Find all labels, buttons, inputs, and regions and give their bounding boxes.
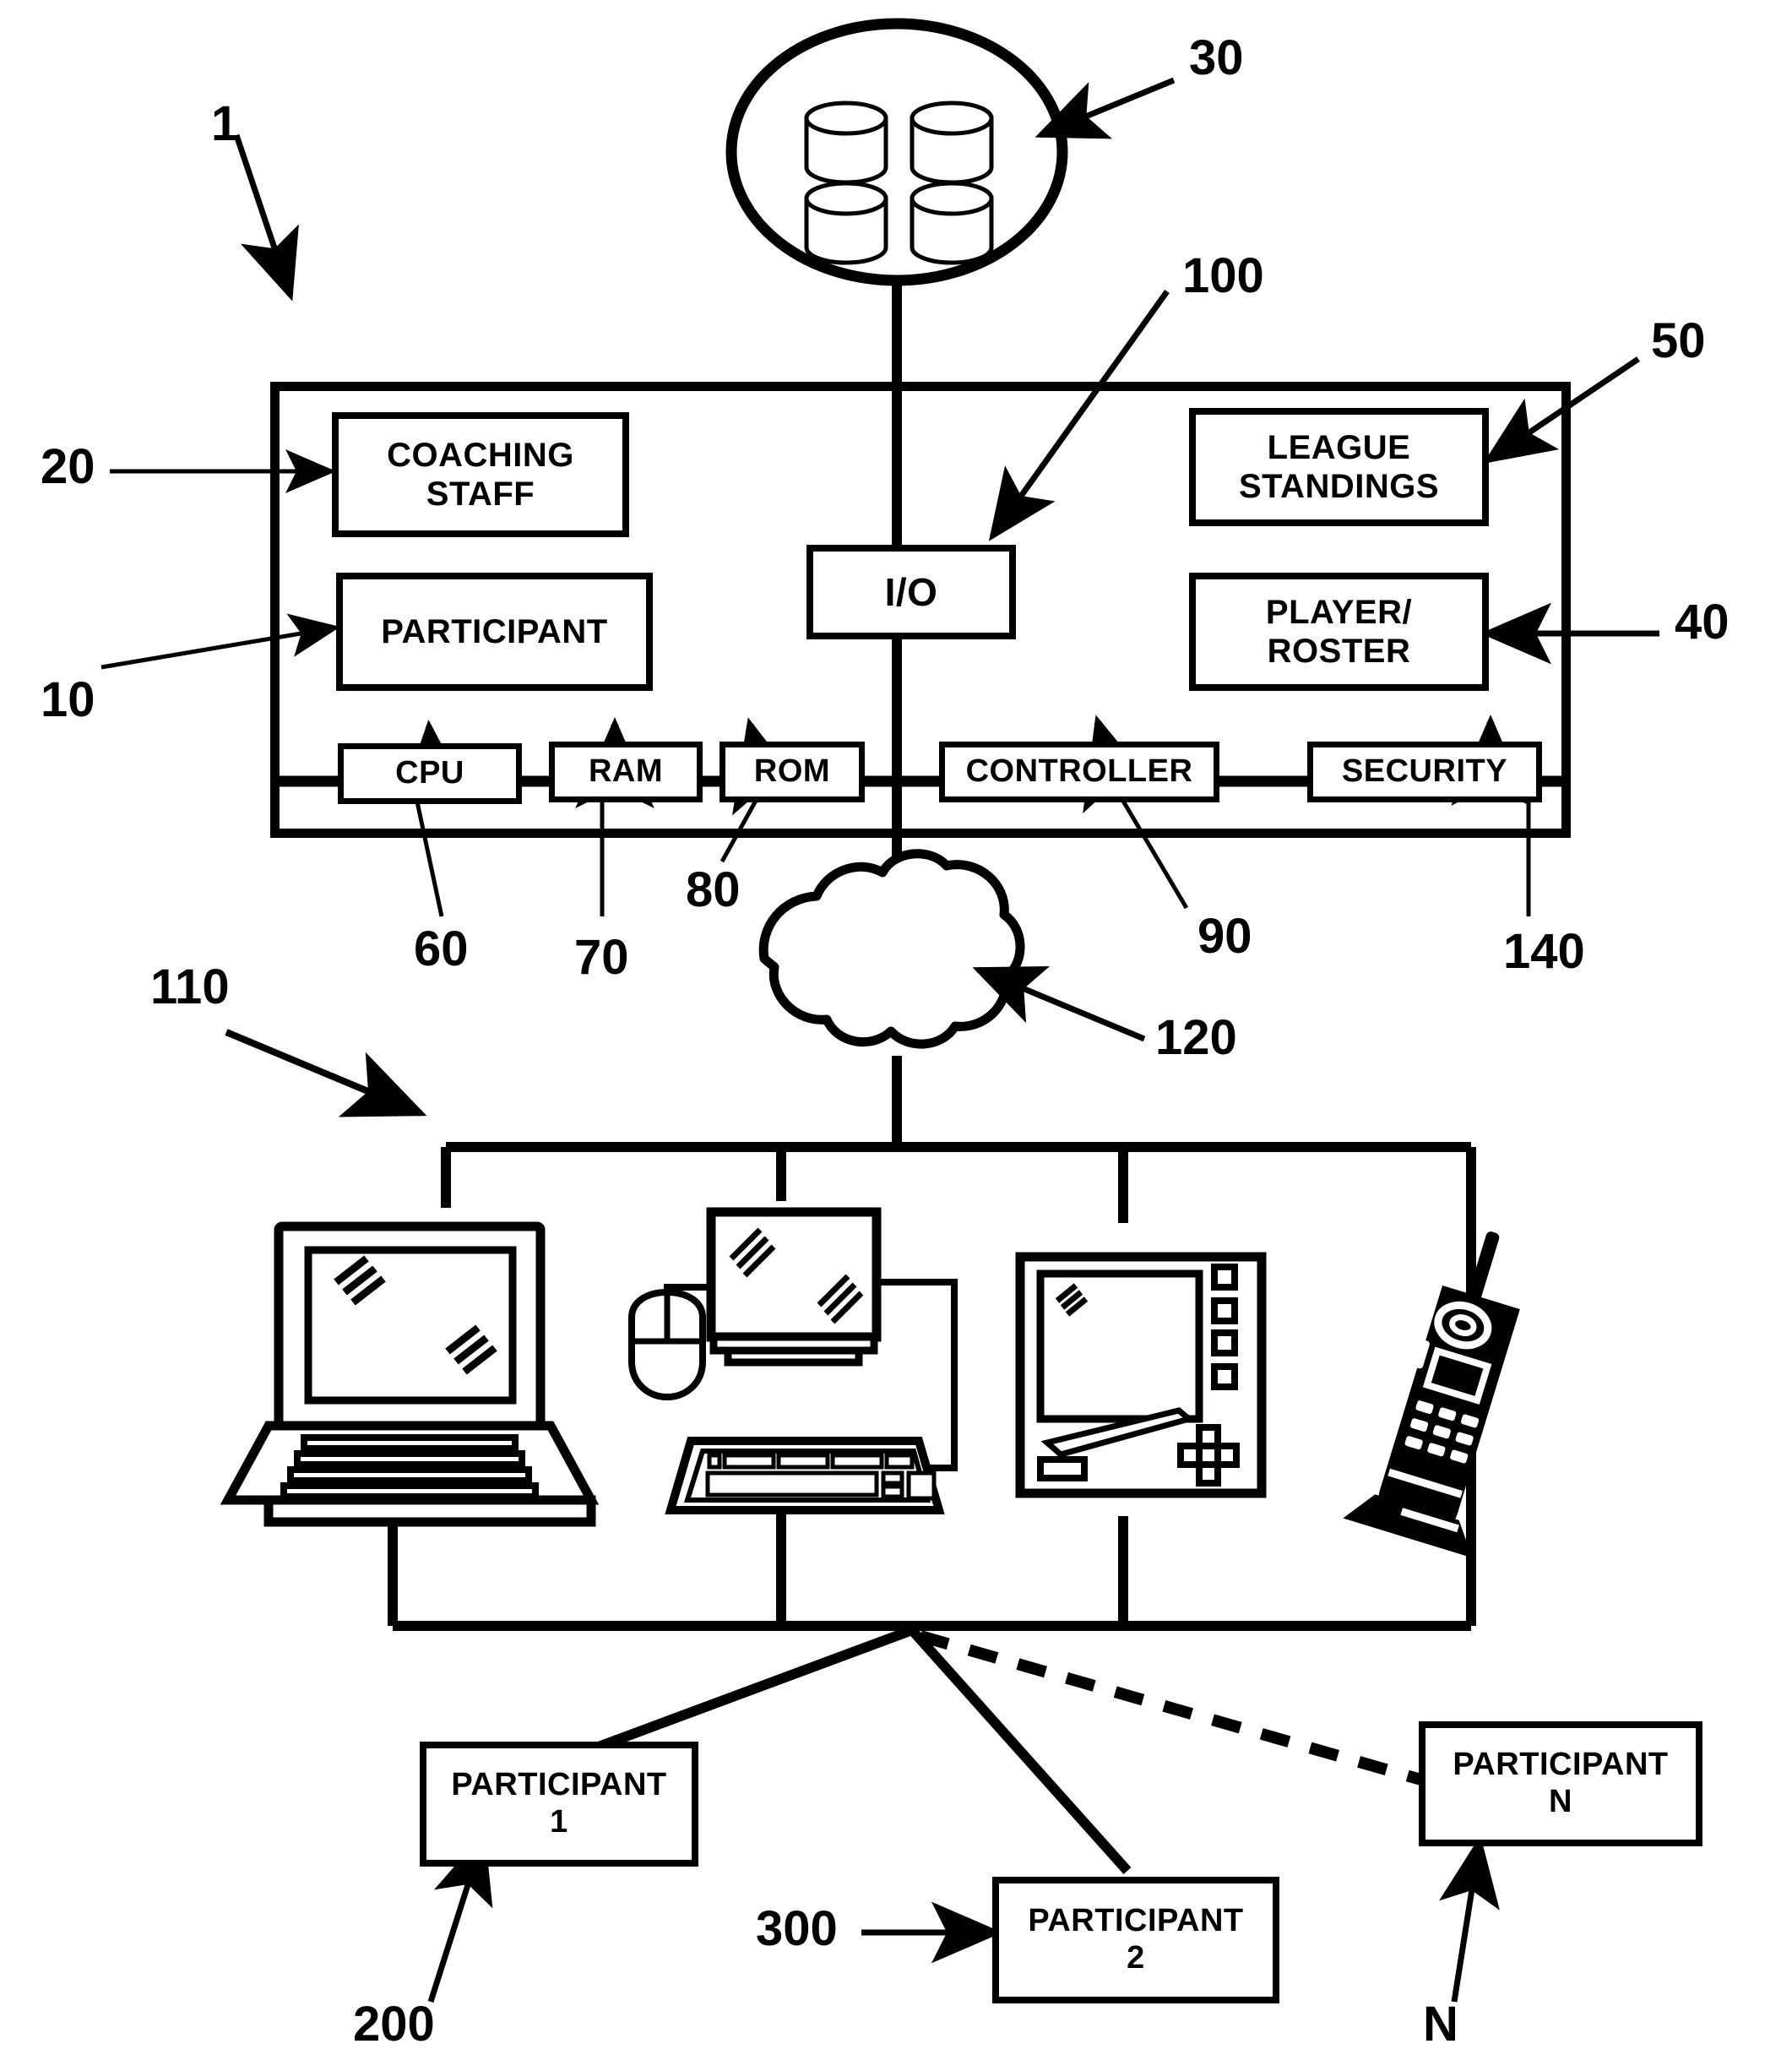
ref-numeral-1: 1 [211, 96, 239, 151]
desktop-computer-icon [628, 1207, 958, 1514]
block-ram[interactable]: RAM [549, 742, 703, 802]
block-coaching-staff-label: COACHING STAFF [387, 437, 574, 513]
participant-n-box[interactable]: PARTICIPANT N [1419, 1721, 1702, 1846]
ref-numeral-10: 10 [41, 672, 95, 727]
block-rom-label: ROM [753, 753, 831, 790]
block-io[interactable]: I/O [806, 545, 1016, 639]
ref-numeral-300: 300 [756, 1901, 838, 1956]
block-player-roster-label: PLAYER/ ROSTER [1265, 594, 1413, 670]
block-coaching-staff[interactable]: COACHING STAFF [332, 412, 629, 537]
block-player-roster[interactable]: PLAYER/ ROSTER [1189, 573, 1489, 691]
block-controller[interactable]: CONTROLLER [939, 742, 1219, 802]
block-io-label: I/O [884, 569, 938, 614]
ref-numeral-N: N [1423, 1997, 1458, 2052]
participant-2-box[interactable]: PARTICIPANT 2 [992, 1877, 1279, 2003]
block-ram-label: RAM [588, 753, 664, 790]
block-controller-label: CONTROLLER [965, 753, 1193, 790]
block-league-standings[interactable]: LEAGUE STANDINGS [1189, 408, 1489, 526]
ref-numeral-40: 40 [1675, 595, 1730, 650]
block-participant[interactable]: PARTICIPANT [336, 573, 653, 691]
participant-1-box[interactable]: PARTICIPANT 1 [420, 1742, 698, 1867]
ref-numeral-70: 70 [574, 930, 629, 985]
block-rom[interactable]: ROM [720, 742, 865, 802]
database-cluster-icon [725, 18, 1068, 286]
ref-numeral-140: 140 [1503, 924, 1585, 979]
ref-numeral-100: 100 [1182, 248, 1264, 303]
block-league-standings-label: LEAGUE STANDINGS [1238, 429, 1440, 505]
cloud-icon [758, 849, 1025, 1049]
block-security-label: SECURITY [1341, 753, 1508, 790]
ref-numeral-120: 120 [1155, 1010, 1237, 1065]
ref-numeral-20: 20 [41, 439, 95, 494]
block-participant-label: PARTICIPANT [381, 613, 608, 650]
patent-figure: COACHING STAFF PARTICIPANT I/O LEAGUE ST… [0, 0, 1792, 2071]
pda-tablet-icon [1015, 1252, 1267, 1498]
block-cpu-label: CPU [395, 755, 464, 791]
ref-numeral-30: 30 [1189, 30, 1244, 85]
ref-numeral-110: 110 [150, 959, 230, 1014]
block-cpu[interactable]: CPU [338, 743, 522, 804]
ref-numeral-60: 60 [414, 921, 469, 976]
participant-n-label: PARTICIPANT N [1453, 1747, 1669, 1819]
mobile-phone-icon [1343, 1231, 1520, 1558]
participant-2-label: PARTICIPANT 2 [1028, 1903, 1244, 1976]
ref-numeral-50: 50 [1651, 313, 1706, 368]
ref-numeral-80: 80 [686, 862, 741, 917]
laptop-icon [220, 1221, 600, 1527]
ref-numeral-90: 90 [1197, 909, 1252, 964]
block-security[interactable]: SECURITY [1307, 742, 1542, 802]
participant-1-label: PARTICIPANT 1 [451, 1767, 667, 1840]
ref-numeral-200: 200 [353, 1997, 435, 2052]
